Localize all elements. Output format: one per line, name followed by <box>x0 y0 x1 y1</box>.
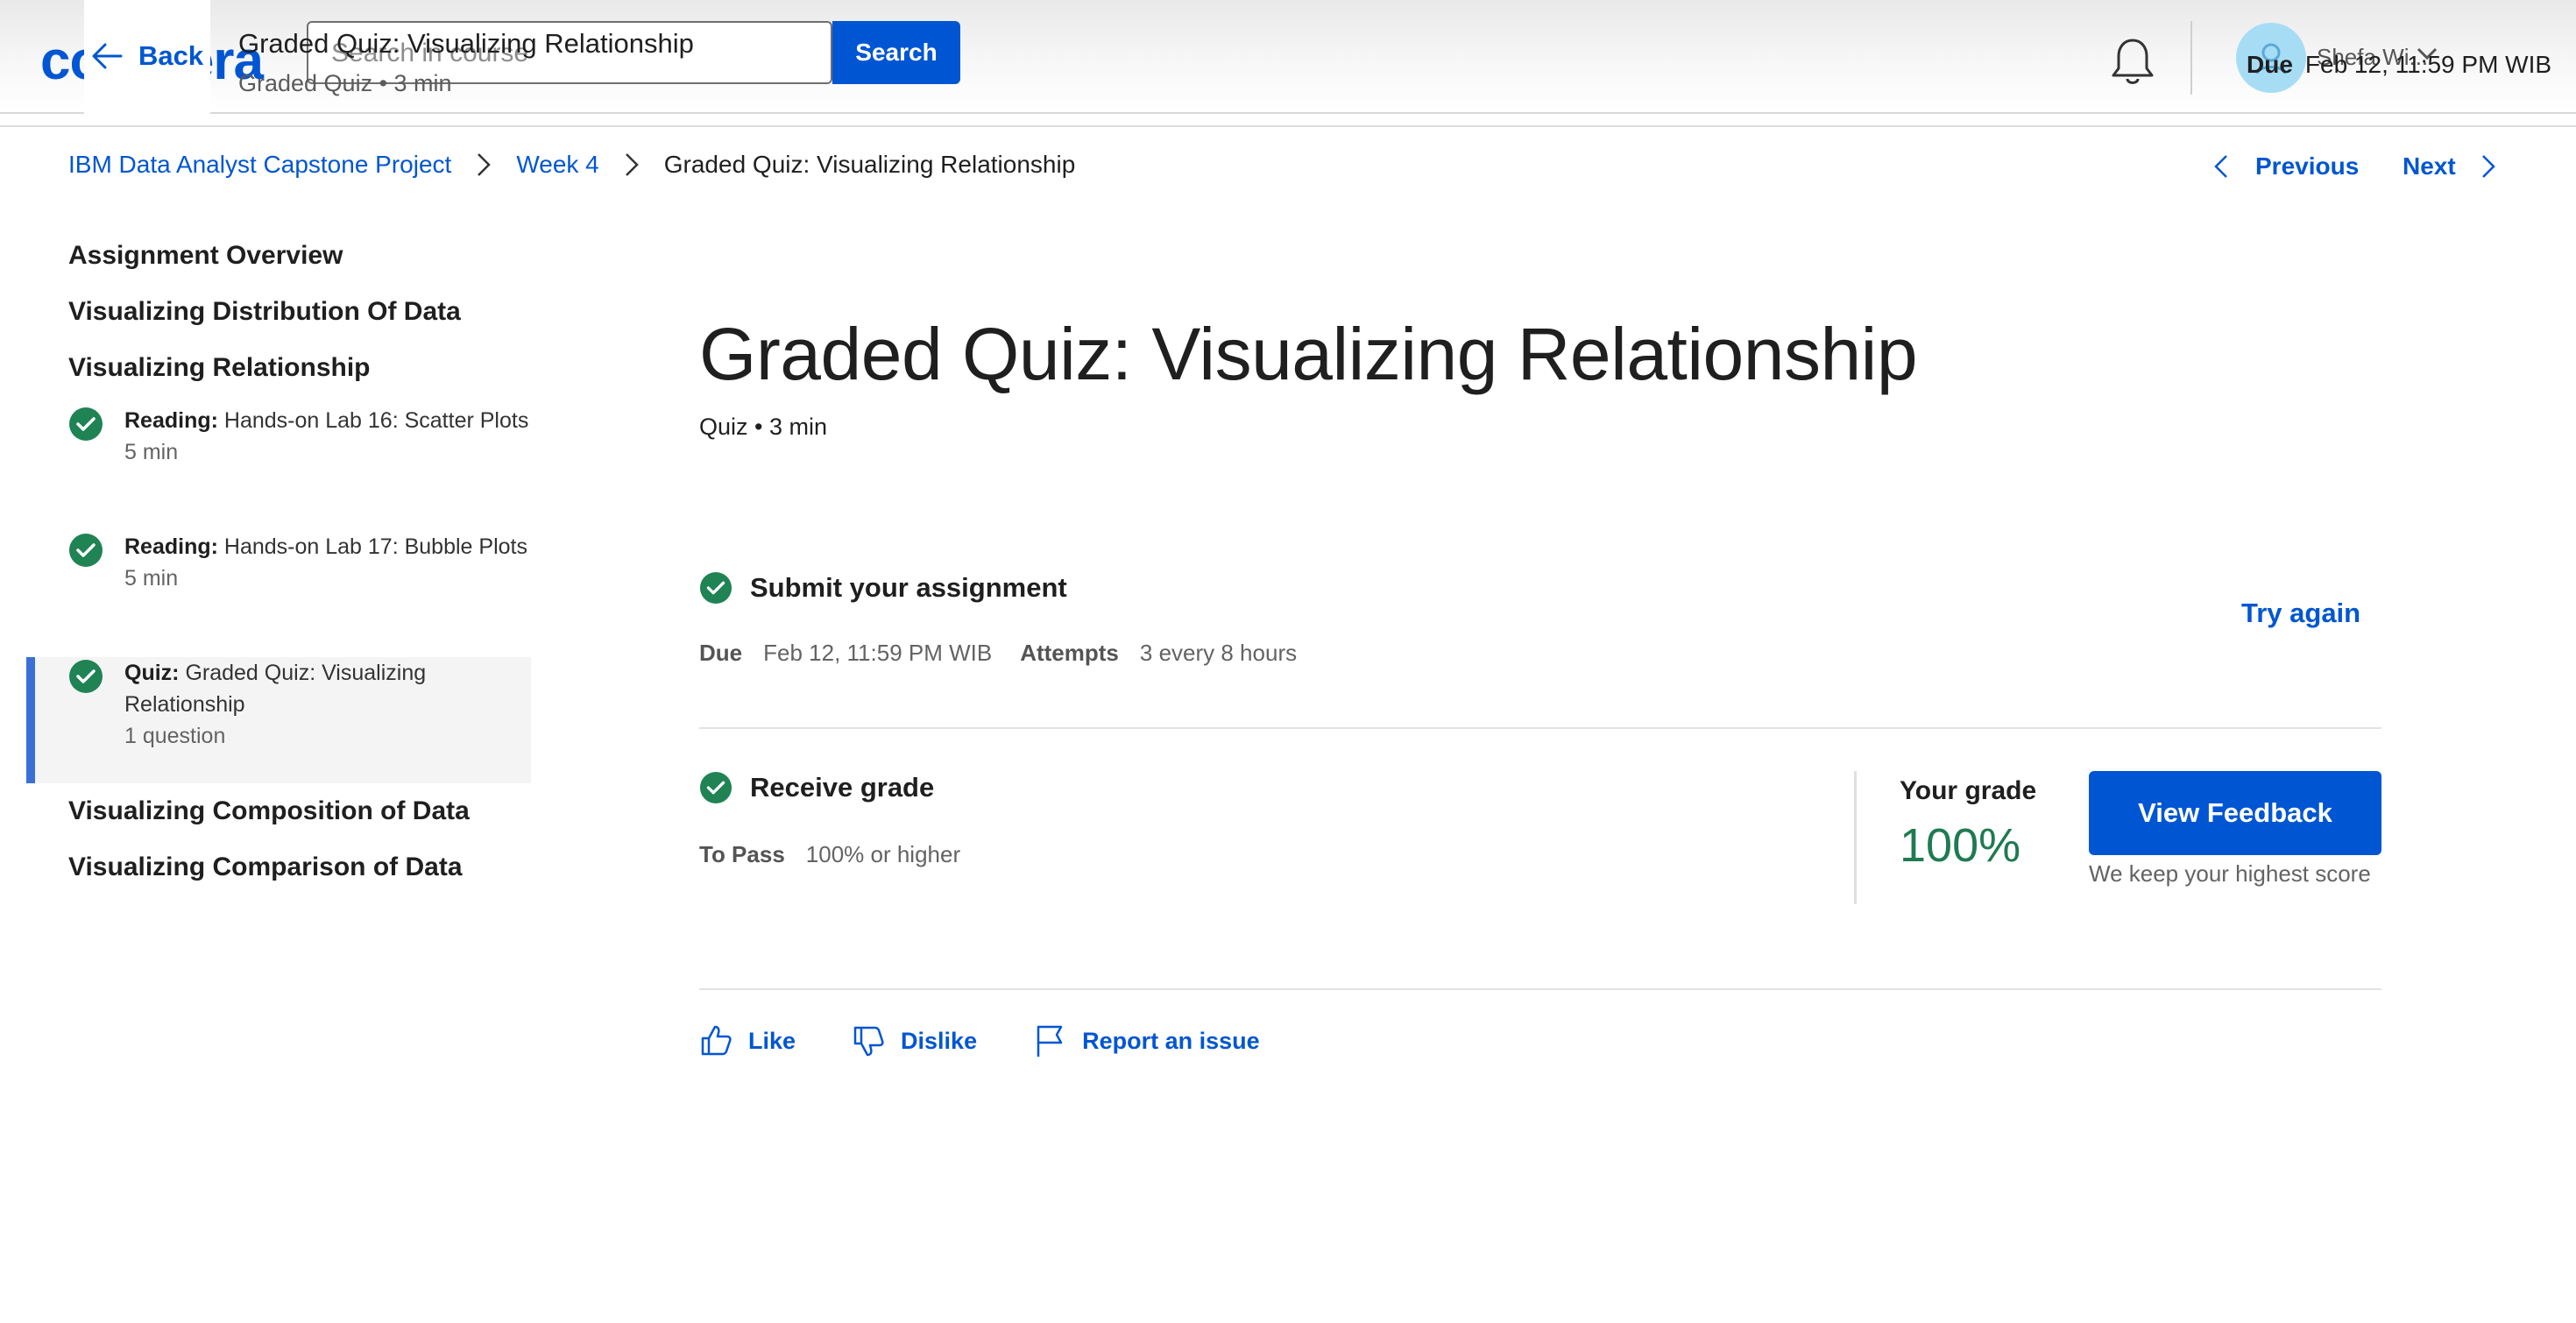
sidebar-section-composition[interactable]: Visualizing Composition of Data <box>26 792 531 848</box>
receive-step: Receive grade <box>699 771 934 804</box>
report-label: Report an issue <box>1082 1027 1260 1054</box>
next-button[interactable]: Next <box>2403 152 2496 180</box>
like-label: Like <box>748 1027 796 1054</box>
previous-button[interactable]: Previous <box>2213 152 2359 180</box>
lesson-label: Quiz: Graded Quiz: Visualizing Relations… <box>124 657 531 720</box>
previous-label: Previous <box>2255 152 2360 180</box>
report-issue-button[interactable]: Report an issue <box>1033 1023 1260 1058</box>
submit-heading: Submit your assignment <box>750 572 1067 603</box>
lesson-label: Reading: Hands-on Lab 17: Bubble Plots <box>124 531 531 562</box>
attempts-label: Attempts <box>1020 640 1119 666</box>
view-feedback-button[interactable]: View Feedback <box>2089 771 2381 855</box>
breadcrumb: IBM Data Analyst Capstone Project Week 4… <box>68 151 1075 179</box>
due-label: Due <box>699 640 743 666</box>
check-circle-icon <box>69 407 103 441</box>
thumbs-down-icon <box>853 1026 884 1057</box>
thumbs-up-icon <box>701 1025 732 1056</box>
feedback-actions: Like Dislike Report an issue <box>699 1023 1260 1058</box>
dislike-label: Dislike <box>901 1027 978 1054</box>
attempts-value: 3 every 8 hours <box>1139 640 1298 666</box>
sidebar-item-bubble-plots[interactable]: Reading: Hands-on Lab 17: Bubble Plots 5… <box>26 531 531 657</box>
header-due-date: Due Feb 12, 11:59 PM WIB <box>2247 51 2551 79</box>
page-title: Graded Quiz: Visualizing Relationship <box>699 313 1918 395</box>
next-label: Next <box>2403 152 2456 180</box>
breadcrumb-course[interactable]: IBM Data Analyst Capstone Project <box>68 151 451 179</box>
lesson-duration: 5 min <box>124 440 179 464</box>
sidebar-item-scatter-plots[interactable]: Reading: Hands-on Lab 16: Scatter Plots … <box>26 405 531 531</box>
your-grade-value: 100% <box>1900 819 2021 872</box>
sidebar-section-distribution[interactable]: Visualizing Distribution Of Data <box>26 293 531 349</box>
lesson-type: Reading: <box>124 534 218 559</box>
check-circle-icon <box>699 571 732 605</box>
breadcrumb-week[interactable]: Week 4 <box>516 151 598 179</box>
arrow-left-icon <box>92 43 123 69</box>
to-pass-value: 100% or higher <box>805 841 961 867</box>
chevron-right-icon <box>624 152 640 178</box>
lesson-duration: 1 question <box>124 724 226 748</box>
chevron-right-icon <box>476 152 492 178</box>
course-sidebar: Assignment Overview Visualizing Distribu… <box>26 237 531 904</box>
breadcrumb-current: Graded Quiz: Visualizing Relationship <box>663 151 1076 178</box>
receive-heading: Receive grade <box>750 772 935 803</box>
header-due-label: Due <box>2247 51 2293 78</box>
check-circle-icon <box>69 534 103 567</box>
sidebar-item-graded-quiz[interactable]: Quiz: Graded Quiz: Visualizing Relations… <box>26 657 531 783</box>
chevron-left-icon <box>2214 155 2227 178</box>
flag-icon <box>1037 1025 1063 1057</box>
back-label: Back <box>138 40 204 71</box>
submit-details: Due Feb 12, 11:59 PM WIB Attempts 3 ever… <box>699 640 1325 667</box>
submit-step: Submit your assignment <box>699 571 1067 605</box>
check-circle-icon <box>699 771 732 804</box>
lesson-duration: 5 min <box>124 566 179 591</box>
lesson-label: Reading: Hands-on Lab 16: Scatter Plots <box>124 405 531 436</box>
lesson-title: Hands-on Lab 16: Scatter Plots <box>223 408 529 433</box>
lesson-type: Quiz: <box>124 661 180 685</box>
section-divider <box>699 727 2381 729</box>
sidebar-section-assignment-overview[interactable]: Assignment Overview <box>26 237 531 293</box>
check-circle-icon <box>69 660 103 693</box>
highest-score-note: We keep your highest score <box>2089 860 2371 887</box>
due-value: Feb 12, 11:59 PM WIB <box>763 640 993 666</box>
try-again-button[interactable]: Try again <box>2241 598 2360 629</box>
to-pass-label: To Pass <box>699 841 785 867</box>
your-grade-label: Your grade <box>1900 776 2037 805</box>
chevron-right-icon <box>2481 155 2495 178</box>
lesson-type: Reading: <box>124 408 218 433</box>
page-meta: Quiz • 3 min <box>699 414 827 440</box>
header-separator <box>2190 21 2192 95</box>
header-divider-line <box>0 125 2576 127</box>
dislike-button[interactable]: Dislike <box>852 1024 977 1058</box>
current-item-meta: Graded Quiz • 3 min <box>238 70 452 96</box>
header-due-value: Feb 12, 11:59 PM WIB <box>2304 51 2552 78</box>
pass-requirement: To Pass 100% or higher <box>699 841 988 868</box>
grade-divider <box>1854 771 1857 904</box>
current-item-title: Graded Quiz: Visualizing Relationship <box>238 28 694 59</box>
sidebar-section-relationship[interactable]: Visualizing Relationship <box>26 349 531 405</box>
bell-icon[interactable] <box>2108 35 2157 88</box>
lesson-title: Hands-on Lab 17: Bubble Plots <box>223 534 527 559</box>
sidebar-section-comparison[interactable]: Visualizing Comparison of Data <box>26 848 531 904</box>
search-button[interactable]: Search <box>832 21 960 84</box>
like-button[interactable]: Like <box>699 1024 796 1058</box>
back-button[interactable]: Back <box>91 40 203 72</box>
section-divider <box>699 988 2381 990</box>
